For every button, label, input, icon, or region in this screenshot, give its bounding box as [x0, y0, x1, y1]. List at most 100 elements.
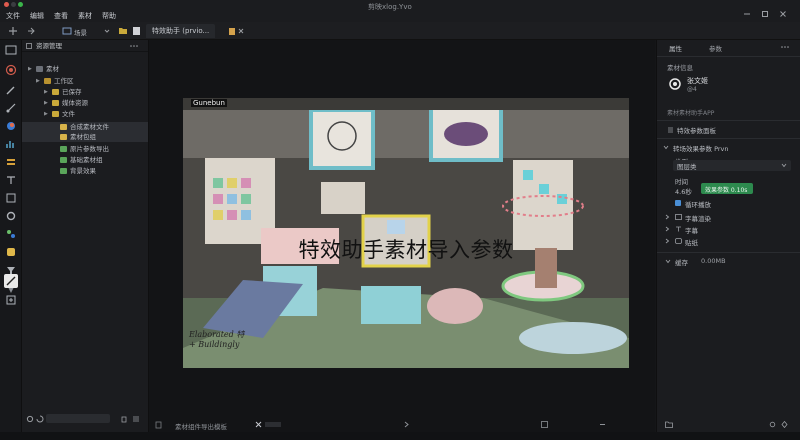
gear-icon[interactable] [5, 210, 17, 222]
eyedropper-icon[interactable] [4, 274, 18, 288]
stage-progress-track[interactable] [265, 422, 281, 427]
chevron-icon[interactable] [403, 421, 410, 428]
document-icon[interactable] [155, 421, 162, 429]
minimize-icon[interactable] [742, 10, 752, 18]
delete-icon[interactable] [120, 415, 128, 423]
chevron-right-icon[interactable]: ▶ [36, 76, 40, 86]
media-icon[interactable] [5, 44, 17, 56]
divider [657, 252, 800, 253]
text-icon[interactable] [5, 174, 17, 186]
scene-label[interactable]: 场景 [74, 27, 87, 37]
tab-properties[interactable]: 属性 [669, 43, 682, 53]
outline-footer [22, 412, 148, 426]
folder-icon [36, 66, 43, 72]
sub-header[interactable]: 特效参数面板 [657, 124, 800, 135]
tree-item-label: 素材 [46, 65, 59, 73]
menu-item[interactable]: 查看 [54, 11, 68, 21]
more-icon[interactable] [781, 44, 789, 50]
user-card[interactable]: 张文姬 @4 [663, 74, 795, 102]
chart-icon[interactable] [5, 138, 17, 150]
tree-item[interactable]: ▶ 媒体资源 [22, 98, 148, 108]
shape-icon[interactable] [5, 192, 17, 204]
arrow-right-icon[interactable] [26, 26, 36, 36]
chevron-right-icon[interactable]: ▶ [44, 98, 48, 108]
pin-icon[interactable] [781, 421, 788, 428]
effect-badge[interactable]: 效果参数 0.10s [701, 183, 753, 194]
tree-item[interactable]: ▶ 素材 [22, 64, 148, 74]
folder-icon [60, 124, 67, 130]
menu-item[interactable]: 文件 [6, 11, 20, 21]
window-title: 剪映xlog.Yvo [368, 3, 412, 11]
folder-icon[interactable] [118, 26, 128, 36]
folder-icon [44, 78, 51, 84]
list-icon[interactable] [132, 415, 140, 423]
tree-item[interactable]: 原片参数导出 [22, 144, 148, 154]
list-item-sticker[interactable]: 贴纸 [657, 236, 800, 247]
panel-toggle-icon[interactable] [26, 43, 32, 49]
effects-icon[interactable] [5, 228, 17, 240]
refresh-icon[interactable] [36, 415, 44, 423]
close-icon[interactable] [238, 28, 244, 34]
record-icon[interactable] [5, 64, 17, 76]
tree-item[interactable]: ▶ 文件 [22, 109, 148, 119]
tab-project-1[interactable]: 特效助手 (prvio... [146, 24, 216, 38]
export-icon[interactable] [5, 294, 17, 306]
outline-search-input[interactable] [46, 414, 110, 423]
stack-icon[interactable] [5, 156, 17, 168]
scene-illustration [183, 98, 629, 368]
tree-item[interactable]: 合成素材文件 [22, 122, 148, 132]
close-icon[interactable] [778, 10, 788, 18]
tree-item[interactable]: 基础素材组 [22, 155, 148, 165]
stage-footer-label[interactable]: 素材组件导出模板 [175, 421, 227, 431]
video-preview[interactable]: Gunebun 特效助手素材导入参数 Elaborated 特+ Buildin… [183, 98, 629, 368]
minimize-window-icon[interactable] [11, 2, 16, 7]
folder-icon [52, 111, 59, 117]
tree-item-label: 背景效果 [70, 167, 96, 175]
brush-icon[interactable] [5, 84, 17, 96]
folder-icon [52, 100, 59, 106]
title-bar: 文件 编辑 查看 素材 帮助 剪映xlog.Yvo [0, 0, 800, 22]
more-icon[interactable] [130, 43, 138, 49]
username: 张文姬 [687, 77, 708, 85]
menu-item[interactable]: 帮助 [102, 11, 116, 21]
tree-item[interactable]: ▶ 工作区 [22, 76, 148, 86]
list-item-subtitle-render[interactable]: 字幕渲染 [657, 212, 800, 223]
resource-panel: 资源管理 ▶ 素材 ▶ 工作区 ▶ 已保存 ▶ 媒体资源 ▶ 文件 合成素材文件 素材包组 原片参数导出… [22, 40, 149, 432]
color-icon[interactable] [5, 120, 17, 132]
chevron-right-icon[interactable]: ▶ [28, 64, 32, 74]
type-select[interactable]: 图层类 [673, 160, 791, 171]
document-icon[interactable] [132, 26, 141, 36]
sticker-icon[interactable] [5, 246, 17, 258]
add-icon[interactable] [8, 26, 18, 36]
folder-icon[interactable] [665, 421, 673, 428]
chevron-right-icon[interactable]: ▶ [44, 87, 48, 97]
status-bar [0, 432, 800, 440]
tab-parameters[interactable]: 参数 [709, 43, 722, 53]
subtitle-icon [675, 214, 682, 220]
gear-icon[interactable] [26, 415, 34, 423]
list-item-subtitle[interactable]: 字幕 [657, 224, 800, 235]
document-icon[interactable] [228, 27, 236, 36]
pen-icon[interactable] [5, 102, 17, 114]
tree-item[interactable]: 背景效果 [22, 166, 148, 176]
panel-header[interactable]: 转场效果参数 Prvn [657, 142, 800, 153]
layers-icon[interactable] [62, 26, 72, 36]
tree-item-label: 媒体资源 [62, 99, 88, 107]
close-window-icon[interactable] [4, 2, 9, 7]
chevron-right-icon[interactable]: ▶ [44, 109, 48, 119]
grid-icon[interactable] [541, 421, 548, 428]
tree-item-label: 文件 [62, 110, 75, 118]
restore-icon[interactable] [760, 10, 770, 18]
video-caption-bar [183, 98, 629, 110]
maximize-window-icon[interactable] [18, 2, 23, 7]
cache-row[interactable]: 缓存 0.00MB [657, 256, 800, 267]
menu-item[interactable]: 素材 [78, 11, 92, 21]
timeline-icon[interactable] [599, 421, 606, 428]
close-icon[interactable] [255, 421, 262, 428]
tree-item[interactable]: 素材包组 [22, 132, 148, 142]
menu-item[interactable]: 编辑 [30, 11, 44, 21]
tree-item[interactable]: ▶ 已保存 [22, 87, 148, 97]
loop-checkbox[interactable]: 循环播放 [657, 198, 800, 209]
chevron-down-icon[interactable] [104, 28, 110, 34]
settings-icon[interactable] [769, 421, 776, 428]
